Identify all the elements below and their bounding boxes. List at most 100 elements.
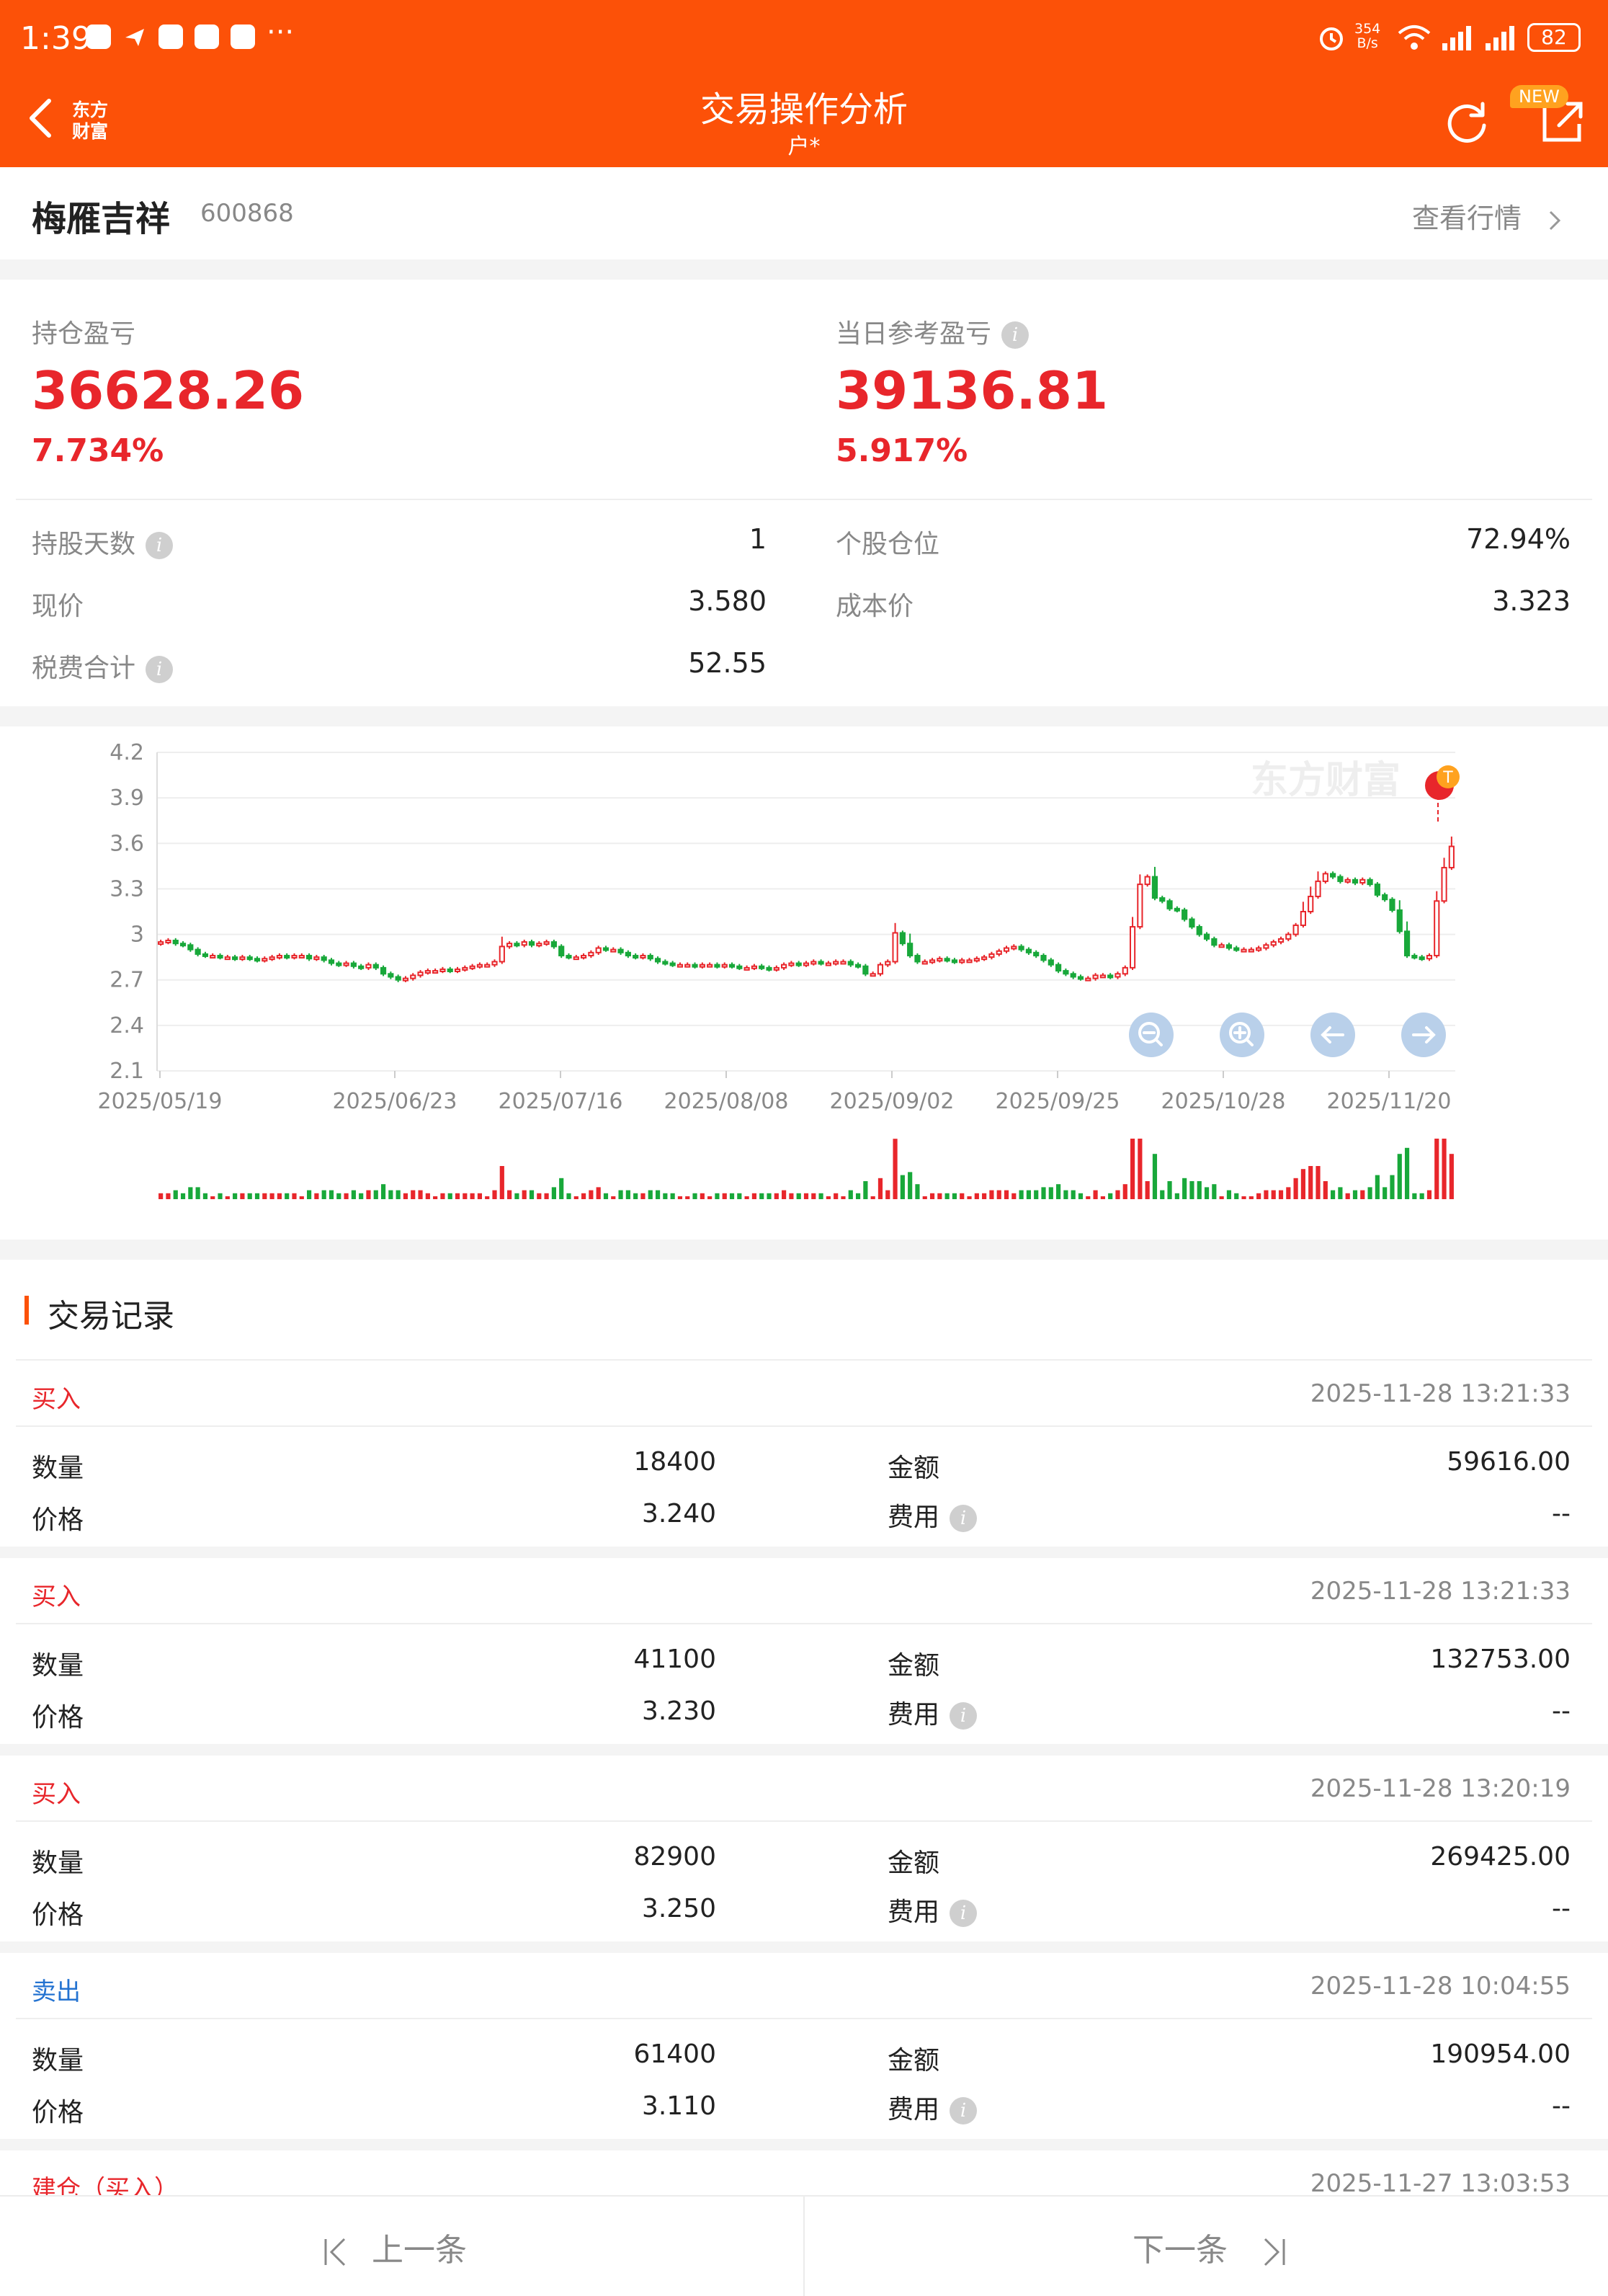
candle xyxy=(996,950,1002,955)
divider xyxy=(16,1623,1592,1624)
daily-pl-value: 39136.81 xyxy=(836,360,1109,421)
volume-bar xyxy=(929,1193,935,1199)
volume-bar xyxy=(1434,1139,1439,1199)
candle xyxy=(803,962,810,966)
candle xyxy=(692,964,698,968)
volume-bar xyxy=(262,1193,267,1199)
info-icon[interactable]: i xyxy=(146,656,174,683)
volume-bar xyxy=(1383,1187,1388,1199)
volume-bar xyxy=(1041,1187,1046,1199)
qty-label: 数量 xyxy=(32,1651,84,1681)
volume-bar xyxy=(388,1190,393,1199)
volume-bar xyxy=(826,1196,831,1199)
info-icon[interactable]: i xyxy=(1001,321,1029,349)
trade-record[interactable]: 买入 2025-11-28 13:21:33 数量 41100 金额 132753.00 价… xyxy=(0,1558,1608,1744)
trade-record[interactable]: 卖出 2025-11-28 10:04:55 数量 61400 金额 190954.00 价… xyxy=(0,1953,1608,2139)
y-tick-label: 2.7 xyxy=(110,968,144,993)
candle xyxy=(676,964,684,968)
last-icon xyxy=(1264,2238,1285,2266)
wifi-icon xyxy=(1398,25,1431,50)
refresh-icon[interactable] xyxy=(1444,98,1491,146)
candle xyxy=(306,955,313,960)
candle xyxy=(469,965,475,969)
volume-bar xyxy=(188,1187,193,1199)
cost-label: 成本价 xyxy=(836,592,914,621)
info-icon[interactable]: i xyxy=(950,1702,978,1730)
trade-record[interactable]: 买入 2025-11-28 13:20:19 数量 82900 金额 269425.00 价… xyxy=(0,1756,1608,1941)
candle xyxy=(224,956,231,961)
candle xyxy=(1308,895,1314,912)
app-notification-icon xyxy=(86,25,111,49)
candle xyxy=(1248,948,1254,953)
candle xyxy=(647,955,653,960)
candle xyxy=(410,974,416,979)
volume-bar xyxy=(841,1196,846,1199)
volume-bar xyxy=(522,1190,527,1199)
volume-bar xyxy=(625,1190,630,1199)
candle xyxy=(388,973,394,978)
y-tick-label: 3.3 xyxy=(110,876,144,902)
fee-value: -- xyxy=(1552,2091,1571,2121)
daily-pl-pct: 5.917% xyxy=(836,432,968,469)
candle xyxy=(172,939,179,945)
volume-bar xyxy=(967,1196,972,1199)
candle xyxy=(640,955,646,959)
info-icon[interactable]: i xyxy=(950,2097,978,2124)
page-title: 交易操作分析 xyxy=(700,89,908,130)
amount-label: 金额 xyxy=(888,1454,940,1483)
info-icon[interactable]: i xyxy=(950,1505,978,1532)
candle xyxy=(550,941,557,948)
volume-bar xyxy=(559,1178,564,1199)
candle xyxy=(284,955,290,959)
info-icon[interactable]: i xyxy=(950,1900,978,1927)
volume-bar xyxy=(1241,1196,1246,1199)
volume-bar xyxy=(1390,1175,1395,1199)
qty-value: 61400 xyxy=(633,2039,716,2069)
view-market-link[interactable]: 查看行情 xyxy=(1412,196,1563,236)
info-icon[interactable]: i xyxy=(146,532,174,559)
volume-bar xyxy=(663,1193,668,1199)
candle xyxy=(1137,884,1143,928)
candle xyxy=(1322,873,1328,882)
candle xyxy=(833,961,839,965)
x-tick-label: 2025/11/20 xyxy=(1327,1089,1452,1114)
pan-left-button[interactable] xyxy=(1310,1012,1356,1058)
candle xyxy=(424,970,431,974)
trade-record[interactable]: 买入 2025-11-28 13:21:33 数量 18400 金额 59616.00 价格… xyxy=(0,1361,1608,1547)
candle xyxy=(447,968,453,972)
candle xyxy=(262,958,268,962)
candle xyxy=(951,959,958,964)
next-record-button[interactable]: 下一条 xyxy=(1133,2224,1288,2270)
volume-bar xyxy=(1352,1190,1358,1199)
volume-bar xyxy=(1122,1184,1127,1199)
volume-bar xyxy=(158,1193,164,1199)
candle xyxy=(1241,948,1247,953)
candle xyxy=(1129,926,1136,969)
volume-bar xyxy=(1419,1193,1424,1199)
volume-bar xyxy=(359,1193,364,1199)
volume-bar xyxy=(470,1193,475,1199)
candle xyxy=(1159,897,1166,902)
volume-bar xyxy=(900,1175,905,1199)
candle xyxy=(1166,900,1173,909)
zoom-out-button[interactable] xyxy=(1128,1012,1174,1058)
trade-type: 买入 xyxy=(32,1583,81,1611)
candle xyxy=(1003,947,1010,952)
candle xyxy=(1256,947,1262,951)
prev-record-button[interactable]: 上一条 xyxy=(321,2224,467,2270)
volume-bar xyxy=(1212,1184,1217,1199)
price-label: 现价 xyxy=(32,592,84,621)
candle xyxy=(892,932,898,963)
zoom-in-button[interactable] xyxy=(1219,1012,1265,1058)
candle xyxy=(1448,845,1455,868)
pan-right-button[interactable] xyxy=(1401,1012,1447,1058)
candle xyxy=(1218,944,1225,948)
trade-record[interactable]: 建仓（买入） 2025-11-27 13:03:53 xyxy=(0,2150,1608,2201)
volume-bar xyxy=(744,1196,749,1199)
volume-bar xyxy=(573,1196,579,1199)
candle xyxy=(818,961,824,965)
amount-value: 59616.00 xyxy=(1447,1447,1571,1477)
volume-bar xyxy=(707,1196,713,1199)
kline-chart-card[interactable]: 4.2 3.9 3.6 3.3 3 2.7 2.4 2.1 2025/05/19 2025/06… xyxy=(0,726,1608,1240)
volume-bar xyxy=(803,1193,809,1199)
